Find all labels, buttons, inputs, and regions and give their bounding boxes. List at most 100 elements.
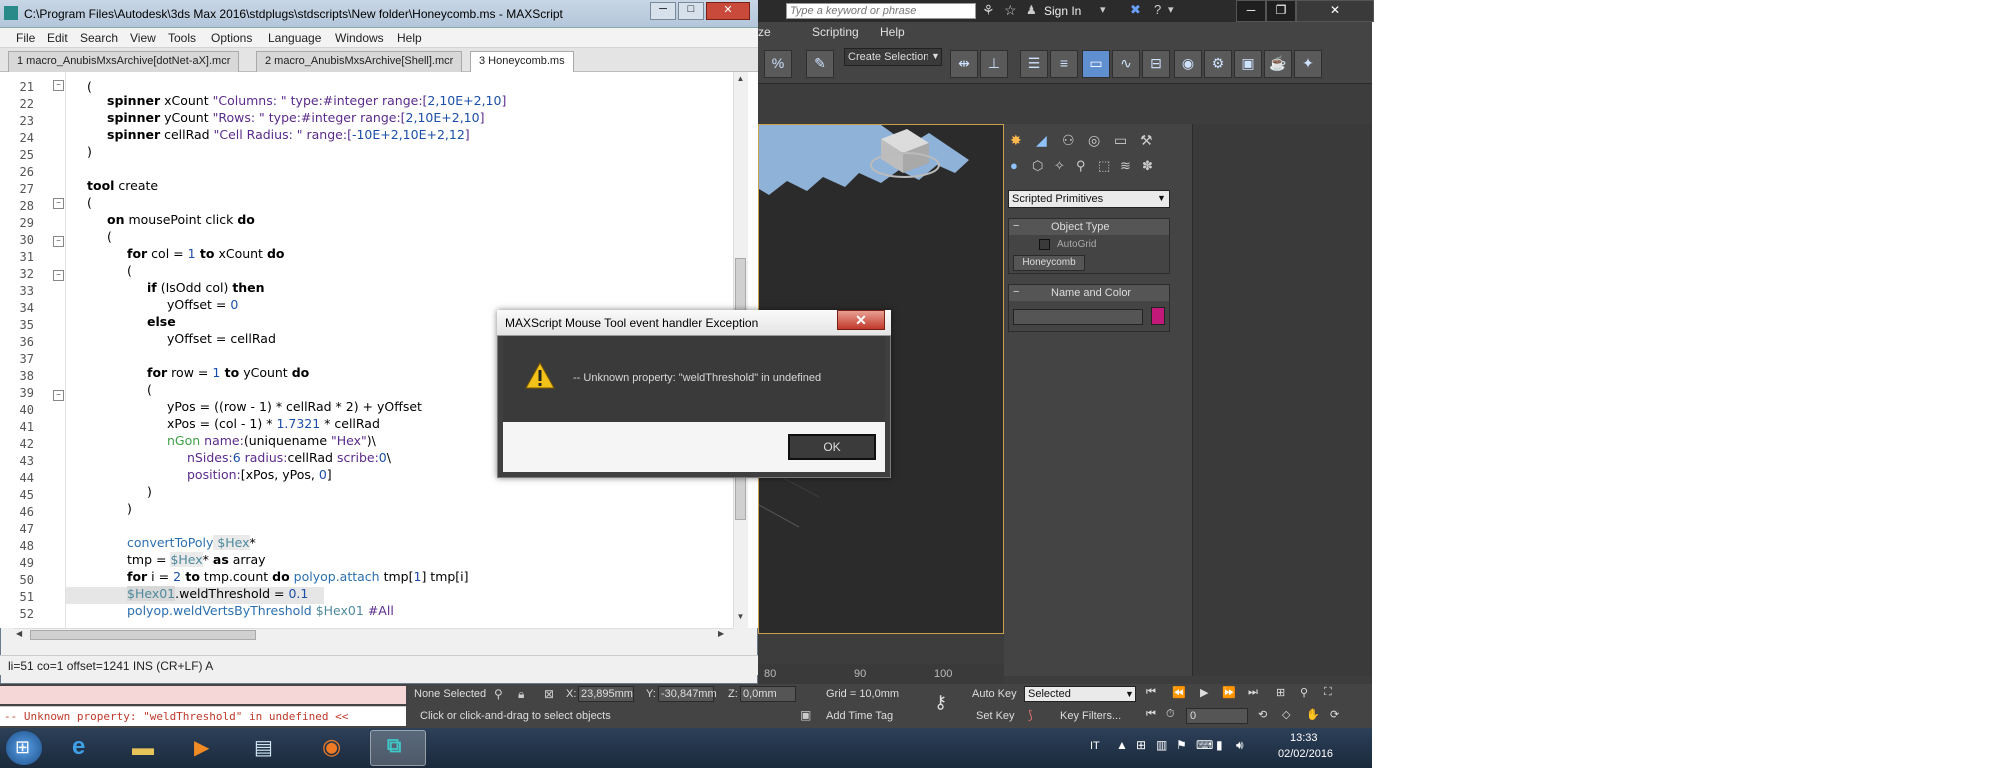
media-player-taskbar-button[interactable]: ▶ xyxy=(180,731,228,765)
action-center-flag-icon[interactable]: ⚑ xyxy=(1176,738,1187,752)
previous-frame-icon[interactable]: ⏪ xyxy=(1172,686,1186,699)
render-icon[interactable]: ✦ xyxy=(1294,50,1322,78)
scroll-down-icon[interactable]: ▼ xyxy=(735,612,746,624)
file-explorer-taskbar-button[interactable]: ▬ xyxy=(120,731,168,765)
menu-search[interactable]: Search xyxy=(80,31,118,45)
go-to-end-icon[interactable]: ⏭ xyxy=(1248,686,1258,699)
fold-collapse-icon[interactable]: − xyxy=(53,270,64,281)
add-time-tag[interactable]: Add Time Tag xyxy=(826,710,893,722)
help-icon[interactable]: ? xyxy=(1154,2,1161,17)
curve-key-icon[interactable]: ⟆ xyxy=(1028,708,1033,722)
editor-close-button[interactable]: ✕ xyxy=(706,2,750,20)
align-icon[interactable]: ⊥ xyxy=(980,50,1008,78)
material-editor-icon[interactable]: ◉ xyxy=(1174,50,1202,78)
percent-snap-icon[interactable]: % xyxy=(764,50,792,78)
volume-icon[interactable]: 🔊︎ xyxy=(1236,738,1244,753)
next-frame-icon[interactable]: ⏩ xyxy=(1222,686,1236,699)
firefox-taskbar-button[interactable]: ◉ xyxy=(310,731,358,765)
dialog-close-button[interactable]: ✕ xyxy=(837,310,885,330)
editor-minimize-button[interactable]: ─ xyxy=(650,2,676,20)
spacewarps-icon[interactable]: ≋ xyxy=(1120,158,1131,174)
max-minimize-button[interactable]: ─ xyxy=(1236,0,1266,22)
menu-file[interactable]: File xyxy=(16,31,35,45)
fold-collapse-icon[interactable]: − xyxy=(53,80,64,91)
honeycomb-button[interactable]: Honeycomb xyxy=(1013,255,1085,271)
listener-input-mini[interactable] xyxy=(0,686,406,704)
exchange-icon[interactable]: ⚘ xyxy=(982,2,995,19)
set-key-button[interactable]: Set Key xyxy=(976,710,1015,722)
fold-collapse-icon[interactable]: − xyxy=(53,390,64,401)
orbit-subobject-icon[interactable]: ⟳ xyxy=(1330,708,1339,721)
x-exchange-icon[interactable]: ✖ xyxy=(1130,2,1141,18)
shapes-icon[interactable]: ⬡ xyxy=(1032,158,1043,174)
modify-tab-icon[interactable]: ◢ xyxy=(1036,132,1047,149)
x-coordinate-field[interactable]: 23,895mm xyxy=(578,686,634,702)
display-tab-icon[interactable]: ▭ xyxy=(1114,132,1127,149)
systems-icon[interactable]: ✽ xyxy=(1142,158,1153,174)
menu-options[interactable]: Options xyxy=(211,31,252,45)
maximize-viewport-icon[interactable]: ⛶ xyxy=(1324,686,1332,699)
hierarchy-tab-icon[interactable]: ⚇ xyxy=(1062,132,1075,149)
menu-item-scripting[interactable]: Scripting xyxy=(812,25,859,39)
z-coordinate-field[interactable]: 0,0mm xyxy=(740,686,796,702)
zoom-extents-icon[interactable]: ⊞ xyxy=(1276,686,1285,699)
notepad-taskbar-button[interactable]: ▤ xyxy=(240,731,288,765)
object-type-header-bar[interactable]: − Object Type xyxy=(1009,219,1169,235)
motion-tab-icon[interactable]: ◎ xyxy=(1088,132,1100,149)
star-icon[interactable]: ☆ xyxy=(1004,2,1017,19)
lights-icon[interactable]: ✧ xyxy=(1054,158,1065,174)
orbit-icon[interactable]: ⟲ xyxy=(1258,708,1267,721)
helpers-icon[interactable]: ⬚ xyxy=(1098,158,1110,174)
name-color-header-bar[interactable]: − Name and Color xyxy=(1009,285,1169,301)
mirror-icon[interactable]: ⇹ xyxy=(950,50,978,78)
menu-view[interactable]: View xyxy=(130,31,156,45)
chevron-down-icon[interactable]: ▾ xyxy=(1100,3,1106,16)
horizontal-scroll-thumb[interactable] xyxy=(30,630,256,640)
tray-keyboard-icon[interactable]: ⌨ xyxy=(1196,738,1213,752)
rendered-frame-icon[interactable]: ▣ xyxy=(1234,50,1262,78)
pan-icon[interactable]: ✋ xyxy=(1306,708,1320,721)
create-tab-icon[interactable]: ✸ xyxy=(1010,132,1022,149)
schematic-view-icon[interactable]: ⊟ xyxy=(1142,50,1170,78)
key-mode-toggle-icon[interactable]: ⏮ xyxy=(1146,708,1156,721)
time-tag-icon[interactable]: ▣ xyxy=(800,708,811,722)
time-ruler[interactable]: 80 90 100 xyxy=(758,664,1004,686)
tray-windows-icon[interactable]: ⊞ xyxy=(1136,738,1146,752)
ok-button[interactable]: OK xyxy=(788,434,876,460)
render-setup-icon[interactable]: ⚙ xyxy=(1204,50,1232,78)
sign-in-link[interactable]: Sign In xyxy=(1044,4,1081,18)
fold-collapse-icon[interactable]: − xyxy=(53,236,64,247)
key-icon[interactable]: ⚷ xyxy=(934,692,947,713)
zoom-icon[interactable]: ⚲ xyxy=(1300,686,1308,699)
max-search-input[interactable]: Type a keyword or phrase xyxy=(786,3,976,19)
category-dropdown[interactable]: Scripted Primitives ▼ xyxy=(1008,190,1170,208)
network-signal-icon[interactable]: ▮ xyxy=(1216,738,1223,752)
tray-app-icon[interactable]: ▥ xyxy=(1156,738,1167,752)
listener-output-mini[interactable]: -- Unknown property: "weldThreshold" in … xyxy=(0,706,406,726)
chevron-down-icon[interactable]: ▾ xyxy=(1168,3,1174,16)
scroll-up-icon[interactable]: ▲ xyxy=(735,74,746,86)
current-frame-field[interactable]: 0 xyxy=(1186,708,1248,724)
edit-named-selection-icon[interactable]: ✎ xyxy=(806,50,834,78)
scroll-left-icon[interactable]: ◀ xyxy=(16,629,22,638)
utilities-tab-icon[interactable]: ⚒ xyxy=(1140,132,1153,149)
absolute-mode-icon[interactable]: ⊠ xyxy=(544,687,554,701)
isolate-icon[interactable]: ⚲ xyxy=(494,687,503,701)
menu-edit[interactable]: Edit xyxy=(47,31,68,45)
geometry-icon[interactable]: ● xyxy=(1010,158,1018,173)
go-to-start-icon[interactable]: ⏮ xyxy=(1146,686,1156,699)
curve-editor-icon[interactable]: ∿ xyxy=(1112,50,1140,78)
menu-language[interactable]: Language xyxy=(268,31,321,45)
tab-dotnet-ax[interactable]: 1 macro_AnubisMxsArchive[dotNet-aX].mcr xyxy=(8,51,240,72)
menu-windows[interactable]: Windows xyxy=(335,31,384,45)
auto-key-button[interactable]: Auto Key xyxy=(972,688,1017,700)
dialog-titlebar[interactable]: MAXScript Mouse Tool event handler Excep… xyxy=(497,310,891,336)
scroll-right-icon[interactable]: ▶ xyxy=(718,629,724,638)
object-name-field[interactable] xyxy=(1013,309,1143,325)
render-teapot-icon[interactable]: ☕ xyxy=(1264,50,1292,78)
autogrid-checkbox[interactable] xyxy=(1039,239,1050,250)
fold-collapse-icon[interactable]: − xyxy=(53,198,64,209)
object-color-swatch[interactable] xyxy=(1151,307,1165,325)
play-icon[interactable]: ▶ xyxy=(1200,686,1208,699)
key-mode-dropdown[interactable]: Selected ▼ xyxy=(1024,686,1136,702)
